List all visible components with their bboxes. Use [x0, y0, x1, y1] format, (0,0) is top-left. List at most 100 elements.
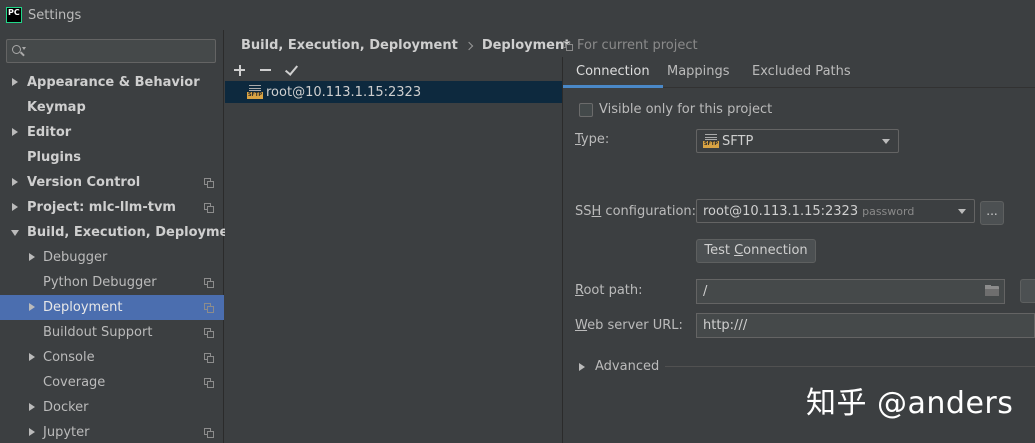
- breadcrumb-current: Deployment: [481, 38, 571, 53]
- server-toolbar: [231, 60, 309, 80]
- visible-only-row[interactable]: Visible only for this project: [579, 102, 772, 117]
- folder-icon[interactable]: [984, 285, 1000, 298]
- type-label: Type:: [575, 132, 609, 147]
- sidebar-item-label: Appearance & Behavior: [27, 75, 200, 90]
- visible-only-label[interactable]: Visible only for this project: [599, 102, 772, 117]
- sidebar-item-console[interactable]: Console: [0, 345, 224, 370]
- app-logo-text: PC: [7, 8, 21, 22]
- chevron-right-icon[interactable]: [12, 203, 18, 211]
- project-settings-icon: [204, 378, 214, 388]
- set-default-check-icon[interactable]: [283, 60, 303, 80]
- scope-note-text: For current project: [577, 38, 698, 53]
- sidebar-item-version-control[interactable]: Version Control: [0, 170, 224, 195]
- root-path-input[interactable]: /: [696, 279, 1005, 304]
- chevron-right-icon[interactable]: [12, 78, 18, 86]
- root-label-text: oot path:: [583, 283, 643, 298]
- chevron-right-icon[interactable]: [579, 362, 585, 371]
- advanced-section-toggle[interactable]: Advanced: [579, 359, 1035, 374]
- chevron-down-icon[interactable]: [958, 209, 966, 214]
- test-label-text: onnection: [743, 243, 808, 258]
- sftp-icon-tag: SFTP: [247, 92, 263, 99]
- ssh-configuration-browse-button[interactable]: ...: [980, 201, 1004, 225]
- ssh-configuration-value: root@10.113.1.15:2323: [703, 203, 859, 219]
- test-label-prefix: Test: [704, 243, 735, 258]
- sftp-server-icon: SFTP: [247, 84, 263, 100]
- settings-sidebar: Appearance & Behavior Keymap Editor Plugins…: [0, 30, 244, 443]
- visible-only-checkbox[interactable]: [579, 102, 593, 117]
- web-server-url-input[interactable]: http:///: [696, 313, 1035, 338]
- sidebar-item-keymap[interactable]: Keymap: [0, 95, 224, 120]
- project-settings-icon: [204, 303, 214, 313]
- chevron-right-icon[interactable]: [29, 303, 35, 311]
- settings-search-input[interactable]: [6, 39, 216, 63]
- remove-server-minus-icon[interactable]: [257, 60, 277, 80]
- sidebar-item-python-debugger[interactable]: Python Debugger: [0, 270, 224, 295]
- chevron-right-icon[interactable]: [29, 253, 35, 261]
- type-label-text: ype:: [580, 132, 610, 147]
- chevron-right-icon[interactable]: [12, 178, 18, 186]
- sidebar-item-project-mlc-llm-tvm[interactable]: Project: mlc-llm-tvm: [0, 195, 224, 220]
- tab-connection[interactable]: Connection: [563, 58, 663, 88]
- window-title: Settings: [28, 7, 82, 23]
- type-value: SFTP: [722, 133, 754, 149]
- project-settings-icon: [204, 428, 214, 438]
- ssh-configuration-label: SSH configuration:: [575, 204, 696, 219]
- sidebar-item-label: Editor: [27, 125, 72, 140]
- autodetect-root-button[interactable]: [1020, 279, 1035, 303]
- sidebar-item-label: Deployment: [43, 300, 123, 315]
- project-settings-icon: [204, 353, 214, 363]
- breadcrumb-parent[interactable]: Build, Execution, Deployment: [241, 38, 458, 53]
- web-label-text: eb server URL:: [587, 318, 683, 333]
- chevron-right-icon[interactable]: [29, 403, 35, 411]
- sidebar-item-coverage[interactable]: Coverage: [0, 370, 224, 395]
- server-list-item[interactable]: SFTP root@10.113.1.15:2323: [225, 81, 562, 103]
- ssh-configuration-dropdown[interactable]: root@10.113.1.15:2323 password: [696, 199, 975, 223]
- add-server-plus-icon[interactable]: [231, 60, 251, 80]
- chevron-right-icon: [464, 41, 474, 50]
- type-dropdown[interactable]: SFTP SFTP: [696, 129, 899, 153]
- sidebar-item-debugger[interactable]: Debugger: [0, 245, 224, 270]
- sidebar-item-label: Coverage: [43, 375, 106, 390]
- tab-excluded-paths[interactable]: Excluded Paths: [752, 58, 851, 88]
- sidebar-item-buildout-support[interactable]: Buildout Support: [0, 320, 224, 345]
- sidebar-item-label: Project: mlc-llm-tvm: [27, 200, 176, 215]
- scope-note: For current project: [563, 38, 698, 53]
- project-settings-icon: [204, 203, 214, 213]
- search-text-field[interactable]: [27, 44, 207, 58]
- root-path-value: /: [703, 284, 708, 299]
- sidebar-item-editor[interactable]: Editor: [0, 120, 224, 145]
- sftp-type-icon: SFTP: [703, 133, 719, 149]
- sidebar-item-deployment[interactable]: Deployment: [0, 295, 224, 320]
- web-label-mnemonic: W: [575, 318, 588, 333]
- chevron-right-icon[interactable]: [29, 428, 35, 436]
- chevron-down-icon[interactable]: [882, 139, 890, 144]
- sidebar-item-label: Debugger: [43, 250, 108, 265]
- test-connection-button[interactable]: Test Connection: [696, 239, 816, 263]
- project-scope-icon: [563, 40, 573, 51]
- search-icon[interactable]: [11, 43, 27, 59]
- tab-mappings[interactable]: Mappings: [667, 58, 730, 88]
- test-label-mnemonic: C: [734, 243, 744, 258]
- sidebar-item-label: Python Debugger: [43, 275, 157, 290]
- sidebar-item-label: Plugins: [27, 150, 81, 165]
- root-path-label: Root path:: [575, 283, 643, 298]
- sidebar-item-jupyter[interactable]: Jupyter: [0, 420, 224, 443]
- chevron-down-icon[interactable]: [11, 230, 19, 236]
- sidebar-item-docker[interactable]: Docker: [0, 395, 224, 420]
- chevron-right-icon[interactable]: [29, 353, 35, 361]
- sidebar-item-label: Buildout Support: [43, 325, 153, 340]
- ssh-label-mnemonic: H: [591, 204, 602, 219]
- chevron-right-icon[interactable]: [12, 128, 18, 136]
- title-bar: PC Settings: [0, 0, 1035, 30]
- sidebar-item-label: Console: [43, 350, 95, 365]
- sidebar-item-plugins[interactable]: Plugins: [0, 145, 224, 170]
- sidebar-item-appearance-behavior[interactable]: Appearance & Behavior: [0, 70, 224, 95]
- sidebar-item-build-execution-deployment[interactable]: Build, Execution, Deployment: [0, 220, 244, 245]
- advanced-label[interactable]: Advanced: [595, 359, 659, 374]
- sidebar-item-label: Build, Execution, Deployment: [27, 225, 244, 240]
- project-settings-icon: [204, 178, 214, 188]
- ssh-auth-type: password: [862, 204, 915, 218]
- settings-tree: Appearance & Behavior Keymap Editor Plugins…: [0, 70, 244, 443]
- server-list: SFTP root@10.113.1.15:2323: [225, 81, 562, 443]
- ssh-label-text: configuration:: [601, 204, 697, 219]
